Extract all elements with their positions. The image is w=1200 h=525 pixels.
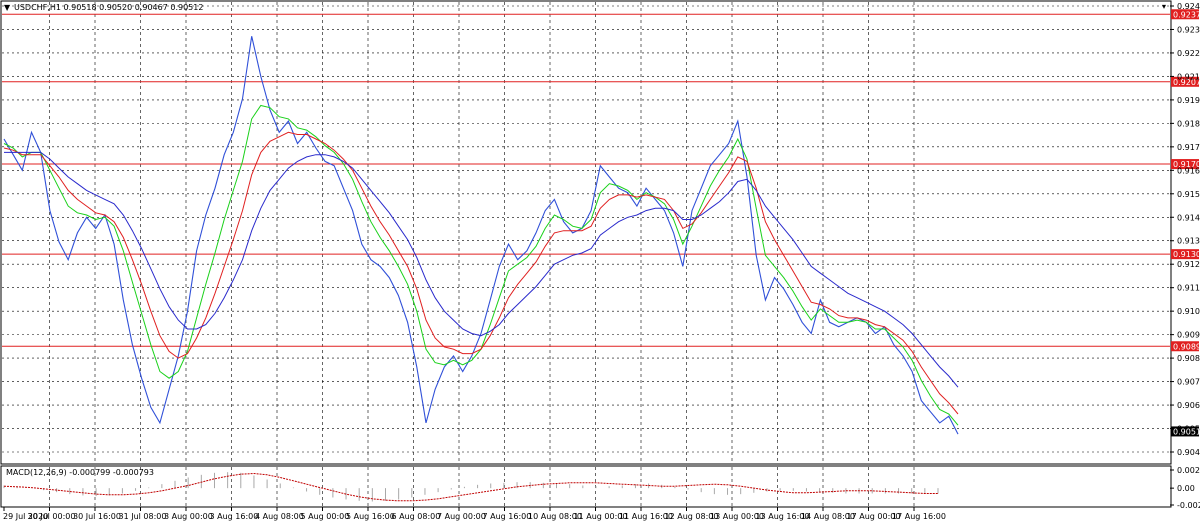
macd-axis: 0.002725 0.00 -0.00253 [1170,466,1200,510]
symbol-header: USDCHF,H1 0.90518 0.90520 0.90467 0.9051… [14,3,203,12]
ma-slow-line [4,151,959,388]
ma-mid-line [3,131,959,415]
time-label: 5 Aug 00:00 [301,512,350,521]
time-axis: 29 Jul 202030 Jul 00:0030 Jul 16:0031 Ju… [3,507,946,521]
price-line [3,36,959,435]
price-tick-label: 0.91680 [1177,166,1200,175]
macd-header: MACD(12,26,9) -0.000799 -0.000793 [6,468,154,477]
price-tick-label: 0.90735 [1177,378,1200,387]
time-label: 3 Aug 16:00 [210,512,259,521]
trading-chart[interactable]: 0.923780.920760.917080.913050.90893 0.92… [0,0,1200,525]
price-panel [0,0,1172,465]
level-price-label: 0.90893 [1173,342,1200,351]
price-tick-label: 0.91050 [1177,307,1200,316]
price-tick-label: 0.91890 [1177,119,1200,128]
macd-tick-label: -0.00253 [1177,501,1200,510]
price-tick-label: 0.91260 [1177,260,1200,269]
dropdown-arrow-icon[interactable]: ▼ [4,3,11,12]
price-tick-label: 0.91995 [1177,96,1200,105]
price-tick-label: 0.92415 [1177,2,1200,11]
price-tick-label: 0.92205 [1177,49,1200,58]
price-tick-label: 0.91365 [1177,237,1200,246]
time-label: 17 Aug 16:00 [892,512,946,521]
macd-tick-label: 0.002725 [1177,466,1200,475]
price-axis: 0.92415 0.92310 0.92205 0.92100 0.91995 0.918… [1170,2,1200,457]
ma-fast-line [3,104,959,426]
price-tick-label: 0.91470 [1177,213,1200,222]
level-price-label: 0.92378 [1173,10,1200,19]
time-label: 5 Aug 16:00 [346,512,395,521]
horizontal-levels[interactable]: 0.923780.920760.917080.913050.90893 [2,9,1200,352]
price-tick-label: 0.90630 [1177,401,1200,410]
macd-tick-label: 0.00 [1177,484,1195,493]
current-price-label: 0.90512 [1173,427,1200,436]
time-label: 7 Aug 00:00 [437,512,486,521]
time-label: 7 Aug 16:00 [483,512,532,521]
macd-signal-line [3,472,938,502]
price-tick-label: 0.91785 [1177,143,1200,152]
price-series [3,36,959,435]
scroll-shift-icon[interactable]: ▾ [1162,2,1166,11]
price-tick-label: 0.92100 [1177,72,1200,81]
time-label: 4 Aug 08:00 [255,512,304,521]
price-tick-label: 0.90840 [1177,354,1200,363]
price-tick-label: 0.91155 [1177,284,1200,293]
level-price-label: 0.91305 [1173,250,1200,259]
price-tick-label: 0.91575 [1177,190,1200,199]
price-tick-label: 0.90420 [1177,448,1200,457]
macd-panel [0,465,1172,508]
price-tick-label: 0.92310 [1177,25,1200,34]
time-label: 6 Aug 08:00 [392,512,441,521]
time-label: 3 Aug 00:00 [164,512,213,521]
price-tick-label: 0.90945 [1177,331,1200,340]
time-label: 30 Jul 16:00 [73,512,121,521]
time-label: 31 Jul 08:00 [119,512,167,521]
time-label: 30 Jul 00:00 [28,512,76,521]
